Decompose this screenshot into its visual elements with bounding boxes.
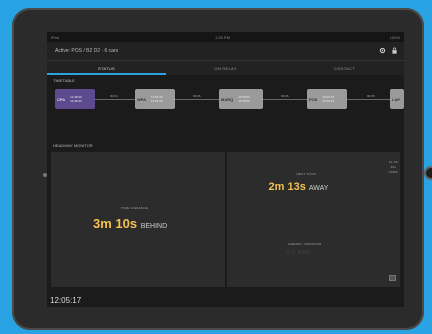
time-variance-panel: TIME VARIANCE 3m 10s BEHIND: [51, 152, 225, 287]
time-variance-number: 3m 10s: [93, 216, 138, 231]
energy-variance-value: 0.0 kWh: [286, 250, 311, 256]
expand-icon[interactable]: [389, 275, 396, 281]
stop-times: 12:04:10 12:04:10: [319, 95, 337, 103]
clock: 12:05:17: [50, 296, 82, 305]
stop-code: WPA: [137, 96, 147, 102]
stop-depart: 12:04:10: [322, 99, 335, 103]
time-variance-label: TIME VARIANCE: [121, 206, 149, 210]
side-readout: 12:06 40s CARS: [388, 160, 398, 175]
next-stop-value: 2m 13s AWAY: [269, 181, 329, 193]
stop-code: CPA: [57, 96, 66, 102]
headway-panels: TIME VARIANCE 3m 10s BEHIND NEXT STOP 2m…: [51, 152, 400, 287]
time-variance-word: BEHIND: [140, 223, 168, 230]
stop-times: 11:58:50 11:58:50: [235, 95, 252, 103]
status-carrier: iPad: [51, 35, 60, 40]
gear-icon[interactable]: [379, 47, 386, 54]
lock-icon[interactable]: [391, 47, 398, 54]
tab-contact-label: CONTACT: [333, 66, 356, 71]
stop-marq[interactable]: MARQ 11:58:50 11:58:50: [219, 89, 263, 109]
stop-lap[interactable]: LAP: [390, 89, 404, 109]
segment-time: 00:06: [193, 94, 201, 98]
segment-time: 00:06: [281, 94, 289, 98]
status-battery: 100%: [389, 35, 400, 40]
side-bot: CARS: [388, 170, 398, 174]
status-time: 1:25 PM: [215, 35, 230, 40]
status-bar: iPad 1:25 PM 100%: [47, 32, 404, 42]
page-title: Active: POS / B2 D2 · 6 cars: [55, 48, 119, 54]
tab-status-label: STATUS: [98, 66, 115, 71]
time-variance-value: 3m 10s BEHIND: [93, 216, 167, 231]
stop-times: 11:52:40 11:52:40: [148, 95, 165, 103]
next-stop-number: 2m 13s: [268, 181, 306, 193]
timetable: CPA 11:48:30 11:48:30 00:04 WPA 11:52:40…: [55, 74, 404, 110]
next-stop-panel: NEXT STOP 2m 13s AWAY ENERGY VARIANCE 0.…: [226, 152, 400, 287]
stop-pos[interactable]: POS 12:04:10 12:04:10: [307, 89, 347, 109]
segment-time: 00:05: [367, 94, 375, 98]
home-button[interactable]: [424, 166, 432, 180]
stop-depart: 11:58:50: [238, 99, 250, 103]
app-bar: Active: POS / B2 D2 · 6 cars: [47, 42, 404, 61]
next-stop-word: AWAY: [308, 185, 329, 192]
stop-code: MARQ: [221, 96, 234, 102]
app-screen: iPad 1:25 PM 100% Active: POS / B2 D2 · …: [47, 32, 404, 307]
segment-time: 00:04: [110, 94, 118, 98]
stop-cpa[interactable]: CPA 11:48:30 11:48:30: [55, 89, 95, 109]
tab-on-relay-label: ON RELAY: [214, 66, 237, 71]
stop-times: 11:48:30 11:48:30: [67, 95, 84, 103]
tab-status[interactable]: STATUS: [47, 61, 166, 75]
stop-code: POS: [309, 96, 318, 102]
headway-label: HEADWAY MONITOR: [53, 143, 93, 148]
tab-on-relay[interactable]: ON RELAY: [166, 61, 285, 75]
tab-contact[interactable]: CONTACT: [285, 61, 404, 75]
stop-wpa[interactable]: WPA 11:52:40 11:52:40: [135, 89, 175, 109]
stop-depart: 11:52:40: [151, 99, 163, 103]
tab-bar: STATUS ON RELAY CONTACT: [47, 61, 404, 75]
stop-code: LAP: [392, 96, 400, 102]
next-stop-label: NEXT STOP: [296, 172, 317, 176]
energy-variance-label: ENERGY VARIANCE: [288, 242, 322, 246]
stop-depart: 11:48:30: [70, 99, 82, 103]
